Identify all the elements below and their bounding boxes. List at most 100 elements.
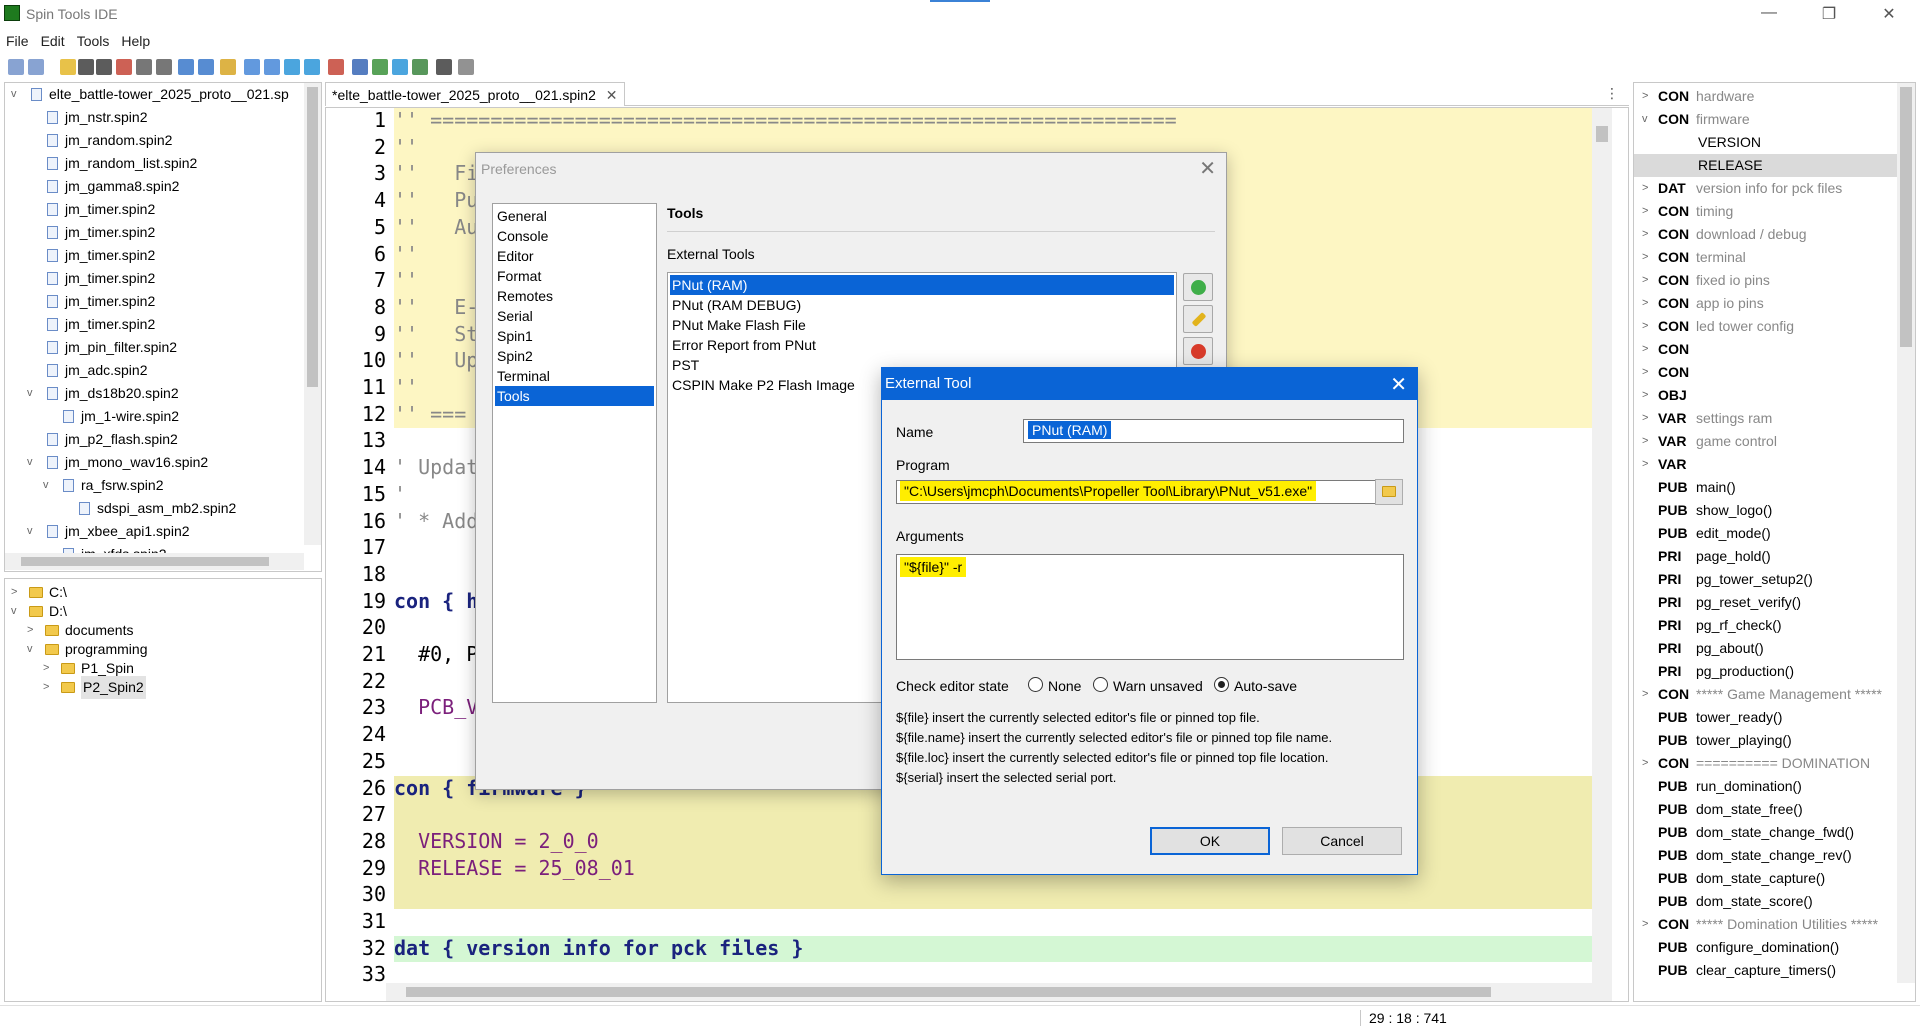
outline-item[interactable]: PRI pg_about() [1634,637,1900,660]
chevron-right-icon[interactable]: > [1642,361,1648,384]
chevron-right-icon[interactable]: > [1642,223,1648,246]
maximize-icon[interactable]: ❐ [1806,4,1852,26]
nav-next-icon[interactable] [304,59,320,75]
outline-item[interactable]: > CON timing [1634,200,1900,223]
tree-hscrollbar[interactable] [5,553,304,570]
outline-item[interactable]: > VAR game control [1634,430,1900,453]
cut-icon[interactable] [116,59,132,75]
arguments-field[interactable]: "${file}" -r [896,554,1404,660]
chevron-right-icon[interactable]: > [1642,407,1648,430]
outline-item[interactable]: > CON [1634,338,1900,361]
chevron-right-icon[interactable]: > [1642,246,1648,269]
nav-tools[interactable]: Tools [495,386,654,406]
chevron-right-icon[interactable]: > [1642,913,1648,936]
tree-hscroll-thumb[interactable] [21,557,269,566]
tool-item[interactable]: PNut (RAM) [670,275,1174,295]
new-file-icon[interactable] [8,59,24,75]
chevron-down-icon[interactable]: v [11,83,23,106]
outline-item[interactable]: > CON download / debug [1634,223,1900,246]
tab-close-icon[interactable]: ✕ [606,87,618,103]
radio-warn-unsaved[interactable] [1093,677,1108,692]
outline-item[interactable]: PUB dom_state_change_rev() [1634,844,1900,867]
nav-spin1[interactable]: Spin1 [495,326,654,346]
tool-item[interactable]: Error Report from PNut [670,335,1174,355]
chevron-down-icon[interactable]: v [27,520,39,543]
nav-console[interactable]: Console [495,226,654,246]
outline-item[interactable]: PUB dom_state_free() [1634,798,1900,821]
terminal-icon[interactable] [436,59,452,75]
menu-tools[interactable]: Tools [71,30,116,52]
open-folder-icon[interactable] [60,59,76,75]
tool-item[interactable]: PNut (RAM DEBUG) [670,295,1174,315]
outline-vscroll-thumb[interactable] [1900,87,1912,347]
console-icon[interactable] [458,59,474,75]
close-icon[interactable]: ✕ [1866,4,1912,26]
chevron-down-icon[interactable]: v [43,474,55,497]
chevron-right-icon[interactable]: > [1642,453,1648,476]
outline-item[interactable]: PUB tower_ready() [1634,706,1900,729]
chevron-right-icon[interactable]: > [1642,292,1648,315]
editor-tab[interactable]: *elte_battle-tower_2025_proto__021.spin2… [325,82,625,106]
outline-item[interactable]: PUB show_logo() [1634,499,1900,522]
outline-item[interactable]: RELEASE [1634,154,1900,177]
outline-item[interactable]: PUB clear_capture_timers() [1634,959,1900,982]
nav-back-icon[interactable] [244,59,260,75]
info-icon[interactable] [352,59,368,75]
outline-item[interactable]: > CON ***** Domination Utilities ***** [1634,913,1900,936]
redo-icon[interactable] [198,59,214,75]
edit-tool-button[interactable] [1183,305,1213,333]
chevron-down-icon[interactable]: v [1642,108,1648,131]
nav-back2-icon[interactable] [264,59,280,75]
nav-serial[interactable]: Serial [495,306,654,326]
run-icon[interactable] [392,59,408,75]
editor-vscroll-thumb[interactable] [1596,126,1608,142]
outline-item[interactable]: > CON ***** Game Management ***** [1634,683,1900,706]
chevron-right-icon[interactable]: > [1642,85,1648,108]
tab-menu-icon[interactable]: ⋮ [1605,85,1619,102]
chevron-right-icon[interactable]: > [1642,200,1648,223]
nav-terminal[interactable]: Terminal [495,366,654,386]
nav-format[interactable]: Format [495,266,654,286]
outline-item[interactable]: > OBJ [1634,384,1900,407]
outline-vscrollbar[interactable] [1897,83,1915,983]
editor-hscrollbar[interactable] [386,983,1612,1001]
find-icon[interactable] [328,59,344,75]
format-icon[interactable] [220,59,236,75]
nav-editor[interactable]: Editor [495,246,654,266]
save-icon[interactable] [78,59,94,75]
outline-item[interactable]: PRI pg_production() [1634,660,1900,683]
nav-remotes[interactable]: Remotes [495,286,654,306]
chevron-down-icon[interactable]: v [27,382,39,405]
outline-item[interactable]: PRI page_hold() [1634,545,1900,568]
close-icon[interactable]: ✕ [1199,156,1216,181]
chevron-right-icon[interactable]: > [1642,177,1648,200]
outline-item[interactable]: PRI pg_tower_setup2() [1634,568,1900,591]
chevron-down-icon[interactable]: v [27,451,39,474]
program-field[interactable]: "C:\Users\jmcph\Documents\Propeller Tool… [896,480,1380,504]
chevron-right-icon[interactable]: > [1642,315,1648,338]
outline-item[interactable]: > CON [1634,361,1900,384]
undo-icon[interactable] [178,59,194,75]
chevron-right-icon[interactable]: > [1642,752,1648,775]
outline-item[interactable]: v CON firmware [1634,108,1900,131]
chevron-right-icon[interactable]: > [1642,430,1648,453]
outline-item[interactable]: > DAT version info for pck files [1634,177,1900,200]
flash-icon[interactable] [412,59,428,75]
remove-tool-button[interactable] [1183,337,1213,365]
radio-auto-save[interactable] [1214,677,1229,692]
outline-item[interactable]: PUB tower_playing() [1634,729,1900,752]
name-field[interactable]: PNut (RAM) [1023,419,1404,443]
ok-button[interactable]: OK [1150,827,1270,855]
chevron-right-icon[interactable]: > [1642,269,1648,292]
tool-item[interactable]: PNut Make Flash File [670,315,1174,335]
tree-vscroll-thumb[interactable] [307,87,318,387]
outline-item[interactable]: PRI pg_rf_check() [1634,614,1900,637]
new-file2-icon[interactable] [28,59,44,75]
outline-item[interactable]: VERSION [1634,131,1900,154]
outline-item[interactable]: > CON led tower config [1634,315,1900,338]
editor-hscroll-thumb[interactable] [406,987,1491,997]
browse-button[interactable] [1375,479,1403,505]
chevron-right-icon[interactable]: > [1642,338,1648,361]
menu-file[interactable]: File [0,30,35,52]
outline-item[interactable]: PUB configure_domination() [1634,936,1900,959]
